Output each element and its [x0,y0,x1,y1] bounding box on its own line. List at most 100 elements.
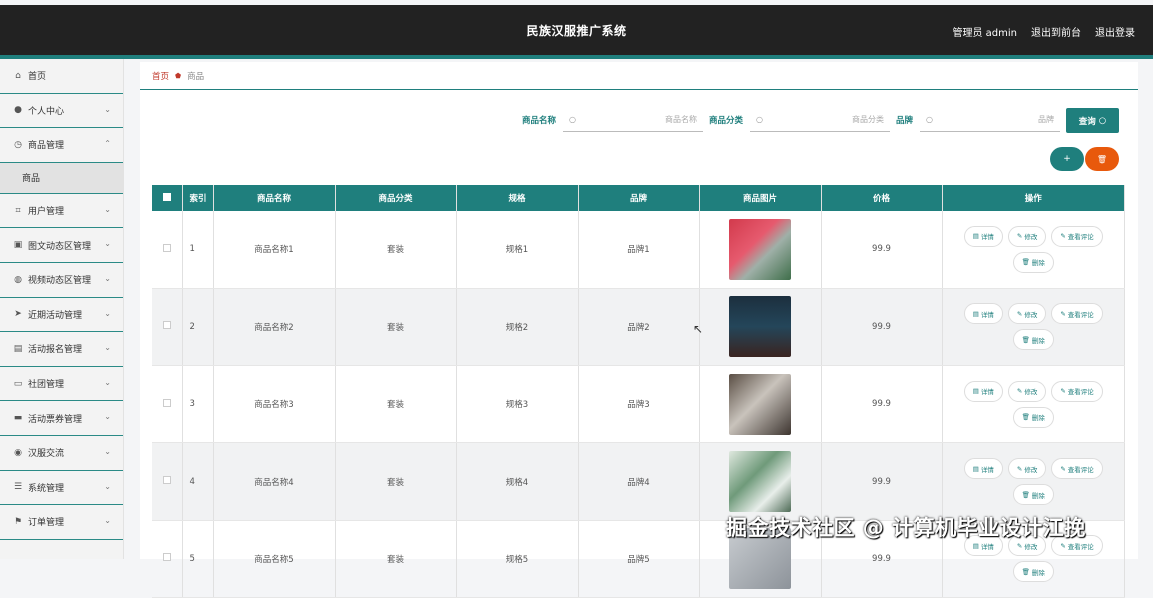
product-image[interactable] [729,373,791,435]
table-row[interactable]: 4 商品名称4 套装 规格4 品牌4 99.9 ▤ 详情 ✎ 修改 ✎ 查看评论 🗑 删除 [152,442,1125,521]
top-header: 民族汉服推广系统 管理员 admin 退出到前台 退出登录 [0,5,1153,55]
sidebar-item-label: 首页 [28,72,47,83]
sidebar-item-7[interactable]: ▤ 活动报名管理 ⌄ [0,332,123,367]
table-row[interactable]: 2 商品名称2 套装 规格2 品牌2 99.9 ▤ 详情 ✎ 修改 ✎ 查看评论 🗑 删除 [152,288,1125,367]
row-checkbox[interactable] [162,243,171,252]
cell-image [699,365,822,444]
table-row[interactable]: 1 商品名称1 套装 规格1 品牌1 99.9 ▤ 详情 ✎ 修改 ✎ 查看评论 🗑 删除 [152,211,1125,289]
batch-delete-button[interactable]: 🗑 [1085,147,1119,171]
exit-front-link[interactable]: 退出到前台 [1031,24,1081,39]
edit-button[interactable]: ✎ 修改 [1007,458,1047,480]
search-name-group: 商品名称 ○ 商品名称 [522,108,704,132]
breadcrumb-home[interactable]: 首页 [152,70,169,82]
detail-button[interactable]: ▤ 详情 [963,458,1003,480]
edit-icon: ✎ [1060,309,1066,318]
edit-icon: ✎ [1016,541,1023,550]
review-label: 查看评论 [1067,310,1094,319]
row-checkbox[interactable] [162,321,171,330]
chevron-down-icon: ⌄ [104,104,111,114]
review-label: 查看评论 [1067,465,1094,474]
cell-spec: 规格1 [456,211,579,289]
search-category-input[interactable]: ○ 商品分类 [750,108,891,132]
sidebar-item-2[interactable]: ◷ 商品管理 ⌃ [0,128,123,163]
flag-icon: ⚑ [13,516,23,527]
sidebar-item-label: 活动票券管理 [28,414,83,425]
sidebar-item-5[interactable]: ◍ 视频动态区管理 ⌄ [0,263,123,298]
header-brand: 品牌 [578,185,700,211]
cell-index: 2 [182,288,214,367]
sidebar-item-1[interactable]: ● 个人中心 ⌄ [0,94,123,129]
header-price: 价格 [821,185,943,211]
sidebar-item-12[interactable]: ⚑ 订单管理 ⌄ [0,505,123,540]
sidebar-item-0[interactable]: ⌂ 首页 [0,59,123,94]
chevron-down-icon: ⌄ [104,446,111,456]
sidebar-item-3[interactable]: ⌗ 用户管理 ⌄ [0,194,123,229]
review-button[interactable]: ✎ 查看评论 [1051,225,1103,247]
select-all-checkbox[interactable] [162,192,171,201]
search-icon: ○ [756,115,763,124]
monitor-icon: ▬ [13,413,23,424]
chevron-down-icon: ⌄ [104,239,111,249]
review-button[interactable]: ✎ 查看评论 [1051,380,1103,402]
row-select-cell [152,211,183,289]
cell-spec: 规格2 [456,288,579,367]
remove-button[interactable]: 🗑 删除 [1012,561,1054,583]
remove-button[interactable]: 🗑 删除 [1012,329,1054,351]
product-image[interactable] [729,296,791,358]
remove-button[interactable]: 🗑 删除 [1012,484,1054,506]
sidebar-item-11[interactable]: ☰ 系统管理 ⌄ [0,471,123,506]
edit-button[interactable]: ✎ 修改 [1007,303,1047,325]
sidebar-item-label: 图文动态区管理 [28,241,92,252]
select-all-cell [152,185,183,211]
remove-label: 删除 [1031,414,1045,423]
edit-button[interactable]: ✎ 修改 [1007,225,1047,247]
edit-button[interactable]: ✎ 修改 [1007,380,1047,402]
query-button[interactable]: 查询 ○ [1066,108,1119,133]
table-row[interactable]: 3 商品名称3 套装 规格3 品牌3 99.9 ▤ 详情 ✎ 修改 ✎ 查看评论 🗑 删除 [152,365,1125,444]
main-panel: 首页 ⬟ 商品 商品名称 ○ 商品名称 商品分类 ○ 商品分类 品牌 ○ 品牌 … [140,62,1138,598]
cell-price: 99.9 [821,442,943,521]
detail-label: 详情 [980,233,994,242]
search-icon: ○ [1098,115,1107,126]
edit-icon: ✎ [1060,387,1066,396]
logout-link[interactable]: 退出登录 [1095,24,1135,39]
cell-index: 4 [182,442,214,521]
detail-button[interactable]: ▤ 详情 [963,303,1003,325]
detail-label: 详情 [980,542,994,551]
breadcrumb-divider [140,89,1138,90]
sidebar-item-10[interactable]: ◉ 汉服交流 ⌄ [0,436,123,471]
cell-name: 商品名称4 [213,442,336,521]
search-category-group: 商品分类 ○ 商品分类 [709,108,891,132]
add-button[interactable]: + [1050,147,1084,171]
crop-icon: ⌗ [15,205,21,216]
detail-button[interactable]: ▤ 详情 [963,380,1003,402]
admin-label[interactable]: 管理员 admin [952,24,1017,39]
row-checkbox[interactable] [162,398,171,407]
search-category-placeholder: 商品分类 [852,115,885,124]
cell-actions: ▤ 详情 ✎ 修改 ✎ 查看评论 🗑 删除 [942,365,1125,444]
product-image[interactable] [729,451,791,513]
row-checkbox[interactable] [162,553,171,562]
row-checkbox[interactable] [162,476,171,485]
chevron-down-icon: ⌄ [104,273,111,283]
remove-button[interactable]: 🗑 删除 [1012,406,1054,428]
review-button[interactable]: ✎ 查看评论 [1051,458,1103,480]
trash-icon: 🗑 [1021,258,1030,267]
search-brand-input[interactable]: ○ 品牌 [920,108,1061,132]
sidebar-item-8[interactable]: ▭ 社团管理 ⌄ [0,367,123,402]
sidebar-item-9[interactable]: ▬ 活动票券管理 ⌄ [0,401,123,436]
review-button[interactable]: ✎ 查看评论 [1051,303,1103,325]
product-image[interactable] [729,218,791,280]
sidebar-subitem-product[interactable]: 商品 [0,162,123,194]
sidebar-item-4[interactable]: ▣ 图文动态区管理 ⌄ [0,228,123,263]
search-name-input[interactable]: ○ 商品名称 [563,108,704,132]
detail-button[interactable]: ▤ 详情 [963,225,1003,247]
detail-icon: ▤ [972,464,979,473]
detail-icon: ▤ [972,541,979,550]
sidebar-item-label: 系统管理 [28,483,65,494]
sidebar-item-6[interactable]: ➤ 近期活动管理 ⌄ [0,298,123,333]
detail-label: 详情 [980,388,994,397]
globe-icon: ◍ [14,274,22,285]
edit-label: 修改 [1024,388,1038,397]
remove-button[interactable]: 🗑 删除 [1012,251,1054,273]
